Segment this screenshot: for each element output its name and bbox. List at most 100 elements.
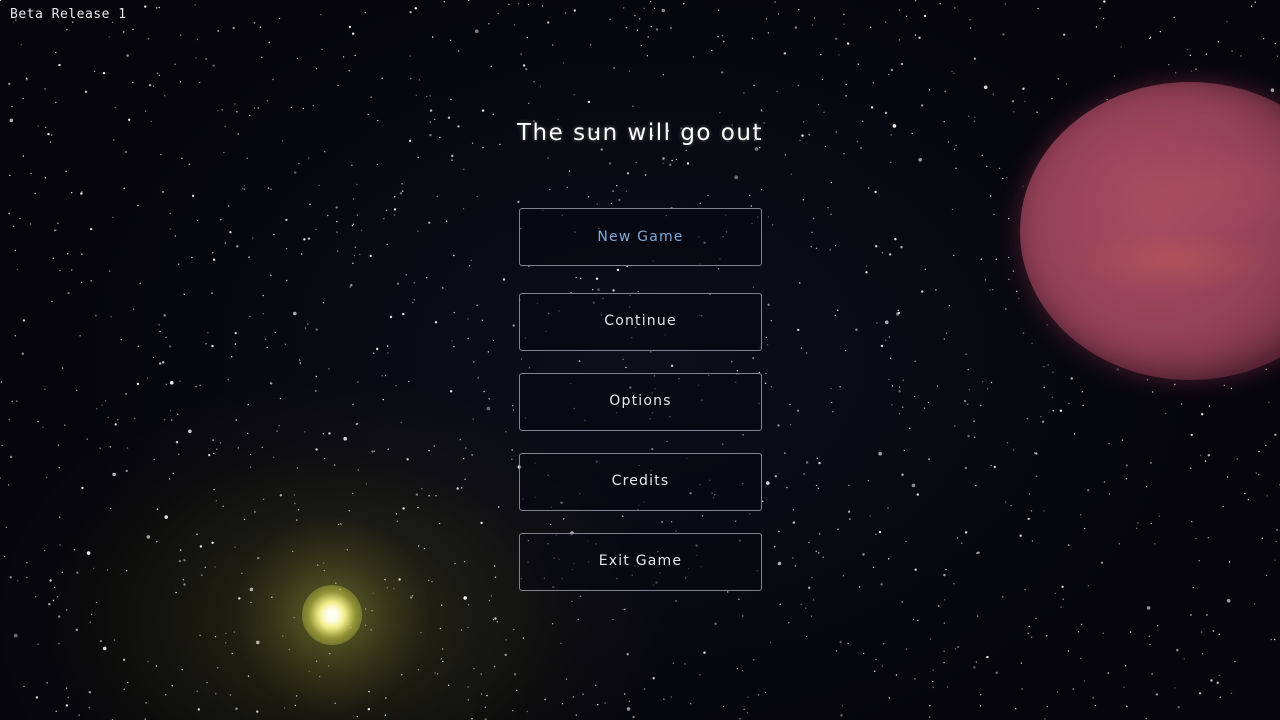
- star: [812, 599, 815, 601]
- continue-button[interactable]: Continue: [519, 293, 762, 351]
- credits-button[interactable]: Credits: [519, 453, 762, 511]
- star: [874, 670, 876, 672]
- star: [513, 24, 516, 26]
- star: [180, 34, 182, 36]
- star: [402, 190, 404, 192]
- star: [451, 159, 453, 161]
- star: [788, 622, 790, 624]
- star: [789, 403, 791, 406]
- star: [322, 302, 325, 304]
- star: [1036, 111, 1038, 113]
- star: [14, 249, 17, 251]
- star: [396, 520, 399, 522]
- star: [215, 693, 217, 695]
- star: [777, 561, 782, 566]
- star: [211, 344, 214, 348]
- star: [246, 157, 248, 159]
- star: [968, 389, 970, 391]
- star: [1129, 631, 1132, 633]
- star: [488, 398, 490, 400]
- options-button[interactable]: Options: [519, 373, 762, 431]
- star: [1060, 606, 1062, 608]
- star: [839, 640, 842, 644]
- star: [162, 361, 165, 364]
- star: [441, 604, 443, 606]
- star: [900, 246, 903, 249]
- star: [701, 515, 704, 517]
- star: [80, 281, 83, 283]
- star: [88, 691, 92, 694]
- star: [156, 72, 159, 75]
- star: [464, 478, 466, 480]
- star: [797, 84, 800, 87]
- star: [766, 344, 769, 346]
- star: [650, 351, 652, 353]
- star: [395, 513, 398, 515]
- star: [207, 331, 209, 334]
- star: [196, 219, 199, 222]
- star: [547, 157, 549, 159]
- star: [414, 7, 417, 10]
- star: [646, 55, 649, 57]
- star: [65, 170, 67, 172]
- star: [429, 95, 431, 97]
- star: [387, 352, 389, 354]
- new-game-button[interactable]: New Game: [519, 208, 762, 266]
- star: [597, 704, 599, 706]
- star: [1247, 499, 1250, 501]
- star: [417, 669, 419, 671]
- star: [808, 541, 810, 544]
- star: [1116, 368, 1120, 371]
- star: [1022, 87, 1025, 90]
- star: [451, 154, 454, 158]
- star: [409, 11, 412, 14]
- star: [456, 487, 459, 490]
- star: [352, 198, 355, 200]
- star: [1261, 537, 1264, 539]
- star: [196, 533, 198, 535]
- star: [1002, 33, 1005, 36]
- star: [458, 50, 460, 52]
- star: [670, 364, 674, 367]
- star: [1218, 674, 1221, 677]
- star: [356, 214, 359, 216]
- star: [876, 322, 878, 324]
- star: [29, 223, 32, 225]
- star: [88, 706, 91, 709]
- star: [1199, 454, 1202, 456]
- star: [902, 406, 904, 408]
- star: [564, 12, 567, 14]
- star: [649, 0, 652, 3]
- star: [267, 187, 270, 189]
- star: [183, 559, 186, 562]
- star: [247, 432, 249, 435]
- star: [212, 439, 214, 441]
- star: [58, 615, 61, 618]
- star: [805, 461, 809, 464]
- star: [229, 694, 231, 696]
- star: [943, 662, 945, 664]
- star: [262, 313, 264, 315]
- star: [283, 707, 286, 709]
- star: [975, 661, 978, 663]
- star: [990, 381, 993, 384]
- star: [504, 653, 507, 657]
- star: [577, 618, 579, 621]
- star: [382, 398, 384, 401]
- star: [757, 694, 760, 696]
- star: [352, 403, 354, 405]
- star: [1030, 636, 1033, 638]
- star: [270, 188, 272, 190]
- star: [412, 302, 414, 304]
- star: [312, 104, 314, 107]
- star: [869, 515, 871, 517]
- exit-game-button[interactable]: Exit Game: [519, 533, 762, 591]
- star: [890, 357, 892, 359]
- star: [666, 440, 668, 443]
- star: [213, 488, 215, 491]
- star: [1145, 717, 1147, 720]
- star: [820, 53, 822, 56]
- star: [67, 696, 70, 699]
- star: [183, 293, 185, 295]
- star: [1046, 324, 1048, 326]
